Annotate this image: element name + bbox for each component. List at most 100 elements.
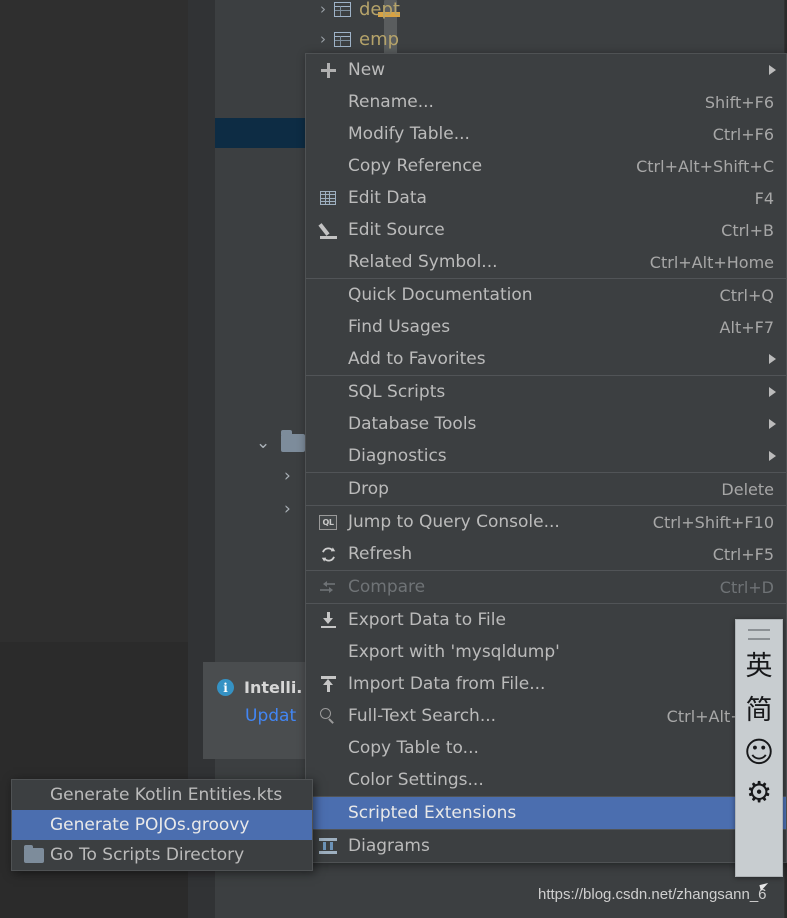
screen-root: › dept › emp ⌄ › › i Intelli. Updat New …	[0, 0, 787, 918]
menu-item-shortcut: Ctrl+Alt+Home	[649, 252, 774, 272]
submenu-item-generate-kotlin-entities[interactable]: Generate Kotlin Entities.kts	[12, 780, 312, 810]
menu-item-shortcut: Ctrl+D	[719, 577, 774, 597]
context-menu[interactable]: New Rename... Shift+F6 Modify Table... C…	[305, 53, 787, 863]
query-console-icon: QL	[316, 514, 340, 530]
menu-item-new[interactable]: New	[306, 54, 786, 86]
import-icon	[316, 676, 340, 692]
menu-item-find-usages[interactable]: Find Usages Alt+F7	[306, 311, 786, 343]
menu-item-label: Color Settings...	[348, 770, 484, 790]
menu-item-label: Related Symbol...	[348, 252, 498, 272]
menu-item-sql-scripts[interactable]: SQL Scripts	[306, 376, 786, 408]
menu-item-import-data-from-file[interactable]: Import Data from File...	[306, 668, 786, 700]
gear-icon[interactable]: ⚙	[746, 777, 772, 808]
menu-item-label: Diagnostics	[348, 446, 447, 466]
notification-header: i Intelli.	[203, 662, 315, 697]
menu-item-diagnostics[interactable]: Diagnostics	[306, 440, 786, 472]
folder-icon	[281, 430, 305, 452]
submenu-item-label: Generate POJOs.groovy	[50, 815, 250, 835]
chevron-right-icon[interactable]: ›	[284, 499, 291, 519]
menu-item-shortcut: Shift+F6	[704, 92, 774, 112]
menu-item-export-with-mysqldump[interactable]: Export with 'mysqldump'	[306, 636, 786, 668]
chevron-right-icon[interactable]: ›	[284, 466, 291, 486]
menu-item-label: Export Data to File	[348, 610, 506, 630]
menu-item-quick-documentation[interactable]: Quick Documentation Ctrl+Q	[306, 279, 786, 311]
tree-item-emp[interactable]: › emp	[312, 26, 399, 52]
menu-item-label: Diagrams	[348, 836, 430, 856]
menu-item-scripted-extensions[interactable]: Scripted Extensions	[306, 797, 786, 829]
plus-icon	[316, 62, 340, 78]
search-icon	[316, 708, 340, 724]
submenu-arrow-icon	[769, 65, 776, 75]
menu-item-shortcut: Ctrl+B	[721, 220, 774, 240]
menu-item-label: Find Usages	[348, 317, 451, 337]
export-icon	[316, 612, 340, 628]
info-icon: i	[217, 679, 234, 696]
menu-item-full-text-search[interactable]: Full-Text Search... Ctrl+Alt+Shif	[306, 700, 786, 732]
menu-item-shortcut: Ctrl+Shift+F10	[652, 512, 774, 532]
menu-item-drop[interactable]: Drop Delete	[306, 473, 786, 505]
menu-item-edit-data[interactable]: Edit Data F4	[306, 182, 786, 214]
pencil-icon	[316, 222, 340, 239]
refresh-icon	[316, 546, 340, 563]
menu-item-label: Database Tools	[348, 414, 477, 434]
chevron-down-icon[interactable]: ⌄	[256, 433, 270, 453]
notification-balloon[interactable]: i Intelli. Updat	[203, 662, 315, 759]
menu-item-label: New	[348, 60, 386, 80]
menu-item-label: Jump to Query Console...	[348, 512, 560, 532]
menu-item-refresh[interactable]: Refresh Ctrl+F5	[306, 538, 786, 570]
menu-item-shortcut: Ctrl+Q	[719, 285, 774, 305]
diagrams-icon	[316, 838, 340, 854]
emoji-icon[interactable]: ☺	[744, 737, 774, 768]
ime-shape-toggle[interactable]: 简	[746, 694, 773, 728]
submenu-item-label: Generate Kotlin Entities.kts	[50, 785, 283, 805]
drag-handle-icon[interactable]	[748, 629, 770, 640]
chevron-right-icon[interactable]: ›	[312, 0, 334, 18]
watermark-url: https://blog.csdn.net/zhangsann_6	[538, 886, 767, 903]
menu-item-label: Full-Text Search...	[348, 706, 497, 726]
submenu-item-generate-pojos-groovy[interactable]: Generate POJOs.groovy	[12, 810, 312, 840]
folder-icon	[24, 844, 50, 863]
menu-item-label: Rename...	[348, 92, 434, 112]
menu-item-edit-source[interactable]: Edit Source Ctrl+B	[306, 214, 786, 246]
submenu-item-label: Go To Scripts Directory	[50, 845, 245, 865]
menu-item-label: Edit Source	[348, 220, 445, 240]
menu-item-label: Export with 'mysqldump'	[348, 642, 560, 662]
menu-item-label: Copy Reference	[348, 156, 483, 176]
ime-toolbar[interactable]: 英 简 ☺ ⚙	[735, 619, 783, 877]
menu-item-label: Import Data from File...	[348, 674, 546, 694]
menu-item-shortcut: Alt+F7	[719, 317, 774, 337]
submenu-item-go-to-scripts-directory[interactable]: Go To Scripts Directory	[12, 840, 312, 870]
notification-title: Intelli.	[244, 678, 303, 697]
ime-language-toggle[interactable]: 英	[746, 650, 773, 684]
menu-item-color-settings[interactable]: Color Settings...	[306, 764, 786, 796]
menu-item-add-to-favorites[interactable]: Add to Favorites	[306, 343, 786, 375]
menu-item-label: Copy Table to...	[348, 738, 479, 758]
menu-item-modify-table[interactable]: Modify Table... Ctrl+F6	[306, 118, 786, 150]
menu-item-rename[interactable]: Rename... Shift+F6	[306, 86, 786, 118]
submenu-arrow-icon	[769, 354, 776, 364]
chevron-right-icon[interactable]: ›	[312, 30, 334, 48]
menu-item-jump-to-query-console[interactable]: QL Jump to Query Console... Ctrl+Shift+F…	[306, 506, 786, 538]
menu-item-label: Add to Favorites	[348, 349, 486, 369]
menu-item-label: Modify Table...	[348, 124, 470, 144]
menu-item-shortcut: F4	[754, 188, 774, 208]
tree-item-dept[interactable]: › dept	[312, 0, 400, 22]
menu-item-related-symbol[interactable]: Related Symbol... Ctrl+Alt+Home	[306, 246, 786, 278]
menu-item-label: Edit Data	[348, 188, 427, 208]
menu-item-label: Scripted Extensions	[348, 803, 517, 823]
table-icon	[334, 31, 351, 47]
submenu-arrow-icon	[769, 387, 776, 397]
menu-item-copy-table-to[interactable]: Copy Table to...	[306, 732, 786, 764]
menu-item-export-data-to-file[interactable]: Export Data to File	[306, 604, 786, 636]
menu-item-diagrams[interactable]: Diagrams	[306, 830, 786, 862]
scripted-extensions-submenu[interactable]: Generate Kotlin Entities.kts Generate PO…	[11, 779, 313, 871]
menu-item-label: Drop	[348, 479, 389, 499]
menu-item-label: SQL Scripts	[348, 382, 446, 402]
menu-item-compare: Compare Ctrl+D	[306, 571, 786, 603]
submenu-arrow-icon	[769, 419, 776, 429]
menu-item-copy-reference[interactable]: Copy Reference Ctrl+Alt+Shift+C	[306, 150, 786, 182]
menu-item-shortcut: Delete	[721, 479, 774, 499]
table-icon	[334, 1, 351, 17]
submenu-arrow-icon	[769, 451, 776, 461]
menu-item-database-tools[interactable]: Database Tools	[306, 408, 786, 440]
